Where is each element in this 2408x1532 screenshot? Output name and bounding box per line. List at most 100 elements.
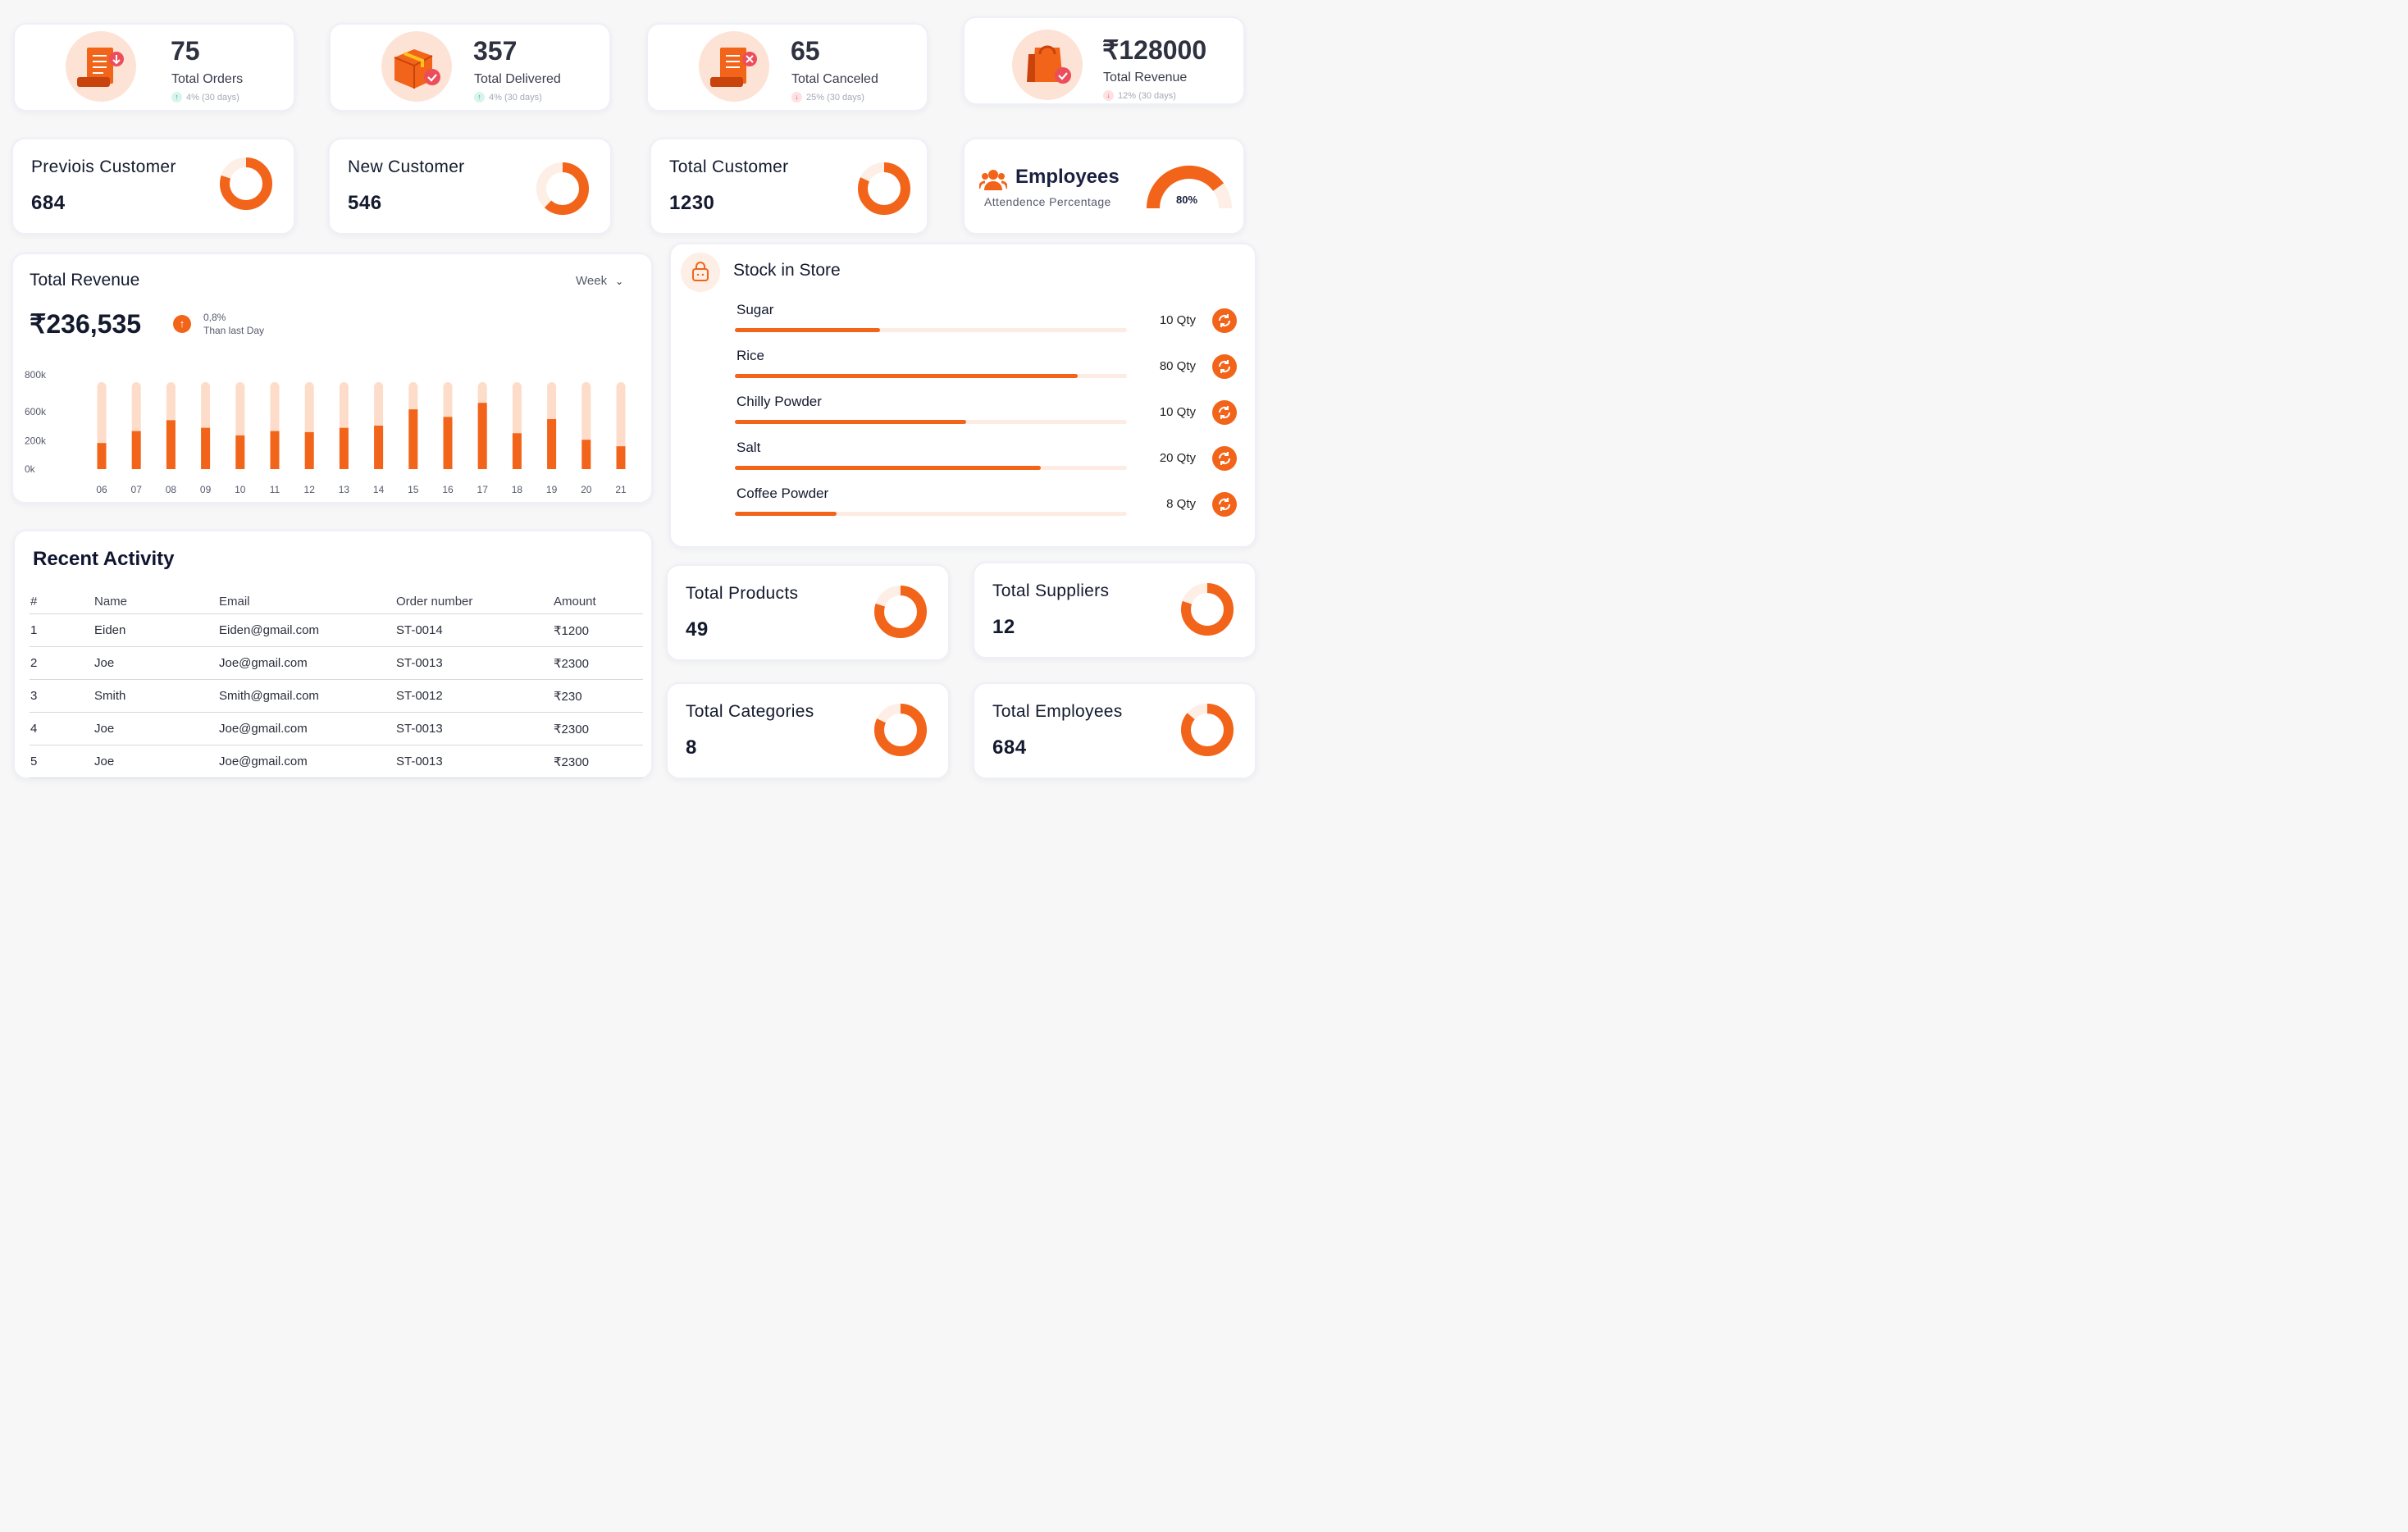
total-revenue-card: Total Revenue Week ⌄ ₹236,535 ↑ 0,8% Than… bbox=[11, 253, 653, 504]
stat-trend: ↑ 4% (30 days) bbox=[171, 92, 239, 103]
bar bbox=[374, 426, 384, 469]
bar bbox=[581, 440, 591, 469]
table-cell: Joe bbox=[93, 712, 218, 745]
stat-card-revenue[interactable]: ₹128000 Total Revenue ↓ 12% (30 days) bbox=[963, 16, 1245, 105]
table-cell: 3 bbox=[30, 679, 93, 713]
table-cell: Joe@gmail.com bbox=[218, 745, 395, 778]
table-cell: 2 bbox=[30, 646, 93, 680]
stat-card-delivered[interactable]: 357 Total Delivered ↑ 4% (30 days) bbox=[329, 23, 611, 112]
stock-item-name: Rice bbox=[737, 348, 765, 363]
bar bbox=[131, 431, 141, 469]
total-suppliers-card[interactable]: Total Suppliers 12 bbox=[973, 562, 1256, 659]
x-tick-label: 09 bbox=[200, 484, 212, 495]
column-header: # bbox=[30, 589, 93, 614]
stock-level-bar bbox=[735, 420, 1127, 424]
donut-ring bbox=[858, 162, 910, 215]
revenue-change: 0,8% bbox=[203, 312, 226, 323]
card-title: New Customer bbox=[348, 157, 465, 176]
bar bbox=[201, 427, 211, 469]
stock-item-name: Sugar bbox=[737, 302, 774, 317]
x-tick-label: 11 bbox=[270, 484, 280, 495]
donut-ring bbox=[874, 586, 927, 638]
bar bbox=[235, 435, 245, 469]
orders-icon bbox=[66, 31, 136, 102]
x-tick-label: 07 bbox=[131, 484, 143, 495]
table-cell: Eiden@gmail.com bbox=[218, 613, 395, 647]
card-title: Total Customer bbox=[669, 157, 789, 176]
card-value: 49 bbox=[686, 618, 709, 641]
refresh-icon[interactable] bbox=[1212, 354, 1237, 379]
stock-level-bar bbox=[735, 466, 1127, 470]
total-employees-card[interactable]: Total Employees 684 bbox=[973, 682, 1256, 779]
stat-card-canceled[interactable]: 65 Total Canceled ↓ 25% (30 days) bbox=[646, 23, 928, 112]
stock-level-fill bbox=[735, 328, 880, 332]
new-customer-card[interactable]: New Customer 546 bbox=[328, 138, 612, 235]
stock-level-fill bbox=[735, 420, 967, 424]
stat-trend: ↓ 25% (30 days) bbox=[791, 92, 864, 103]
table-cell: ₹230 bbox=[553, 679, 643, 713]
stat-value: ₹128000 bbox=[1102, 35, 1207, 65]
arrow-up-circle-icon: ↑ bbox=[173, 315, 191, 333]
x-tick-label: 13 bbox=[339, 484, 350, 495]
stat-label: Total Revenue bbox=[1103, 71, 1188, 84]
revenue-title: Total Revenue bbox=[30, 271, 140, 290]
previous-customer-card[interactable]: Previois Customer 684 bbox=[11, 138, 295, 235]
shopping-bag-icon bbox=[1012, 30, 1083, 100]
total-customer-card[interactable]: Total Customer 1230 bbox=[650, 138, 928, 235]
table-cell: ST-0012 bbox=[395, 679, 553, 713]
arrow-down-icon: ↓ bbox=[791, 92, 802, 103]
refresh-icon[interactable] bbox=[1212, 400, 1237, 425]
x-tick-label: 17 bbox=[477, 484, 489, 495]
stat-value: 65 bbox=[791, 36, 820, 66]
period-label: Week bbox=[576, 274, 608, 288]
refresh-icon[interactable] bbox=[1212, 446, 1237, 471]
bar bbox=[547, 419, 557, 469]
stat-value: 75 bbox=[171, 36, 200, 66]
stock-in-store-card: Stock in Store Sugar 10 Qty Rice 80 Qty … bbox=[669, 243, 1256, 548]
stock-item-name: Chilly Powder bbox=[737, 394, 822, 409]
refresh-icon[interactable] bbox=[1212, 492, 1237, 517]
card-value: 684 bbox=[992, 736, 1027, 759]
stat-value: 357 bbox=[473, 36, 518, 66]
stat-card-orders[interactable]: 75 Total Orders ↑ 4% (30 days) bbox=[13, 23, 295, 112]
stock-item: Chilly Powder 10 Qty bbox=[671, 394, 1253, 440]
table-row[interactable]: 2 Joe Joe@gmail.com ST-0013 ₹2300 bbox=[30, 646, 643, 680]
donut-ring bbox=[1181, 704, 1234, 756]
chevron-down-icon: ⌄ bbox=[615, 275, 624, 287]
table-cell: ST-0013 bbox=[395, 646, 553, 680]
table-cell: ST-0013 bbox=[395, 712, 553, 745]
x-tick-label: 14 bbox=[373, 484, 385, 495]
column-header: Amount bbox=[553, 589, 643, 614]
table-row[interactable]: 3 Smith Smith@gmail.com ST-0012 ₹230 bbox=[30, 679, 643, 713]
canceled-icon bbox=[699, 31, 769, 102]
arrow-up-icon: ↑ bbox=[474, 92, 485, 103]
table-row[interactable]: 1 Eiden Eiden@gmail.com ST-0014 ₹1200 bbox=[30, 613, 643, 647]
table-cell: ST-0013 bbox=[395, 745, 553, 778]
bar bbox=[166, 420, 176, 469]
total-categories-card[interactable]: Total Categories 8 bbox=[666, 682, 950, 779]
donut-ring bbox=[1181, 583, 1234, 636]
table-row[interactable]: 4 Joe Joe@gmail.com ST-0013 ₹2300 bbox=[30, 712, 643, 745]
stock-item-qty: 80 Qty bbox=[1159, 359, 1196, 373]
attendance-percent: 80% bbox=[1176, 194, 1198, 206]
column-header: Email bbox=[218, 589, 395, 614]
employees-attendance-card[interactable]: Employees Attendence Percentage 80% bbox=[963, 138, 1245, 235]
arrow-down-icon: ↓ bbox=[1103, 90, 1114, 101]
stock-level-fill bbox=[735, 512, 837, 516]
stock-item: Salt 20 Qty bbox=[671, 440, 1253, 486]
bar bbox=[408, 409, 418, 469]
y-tick-label: 200k bbox=[25, 435, 47, 447]
stock-item-name: Coffee Powder bbox=[737, 486, 829, 501]
refresh-icon[interactable] bbox=[1212, 308, 1237, 333]
table-cell: 1 bbox=[30, 613, 93, 647]
x-tick-label: 20 bbox=[581, 484, 592, 495]
recent-activity-card: Recent Activity # Name Email Order numbe… bbox=[13, 530, 653, 779]
bar bbox=[512, 433, 522, 469]
stock-level-fill bbox=[735, 374, 1079, 378]
period-dropdown[interactable]: Week ⌄ bbox=[576, 274, 623, 288]
bar bbox=[443, 417, 453, 469]
stock-item: Rice 80 Qty bbox=[671, 348, 1253, 394]
stock-level-bar bbox=[735, 328, 1127, 332]
table-row[interactable]: 5 Joe Joe@gmail.com ST-0013 ₹2300 bbox=[30, 745, 643, 778]
total-products-card[interactable]: Total Products 49 bbox=[666, 564, 950, 661]
